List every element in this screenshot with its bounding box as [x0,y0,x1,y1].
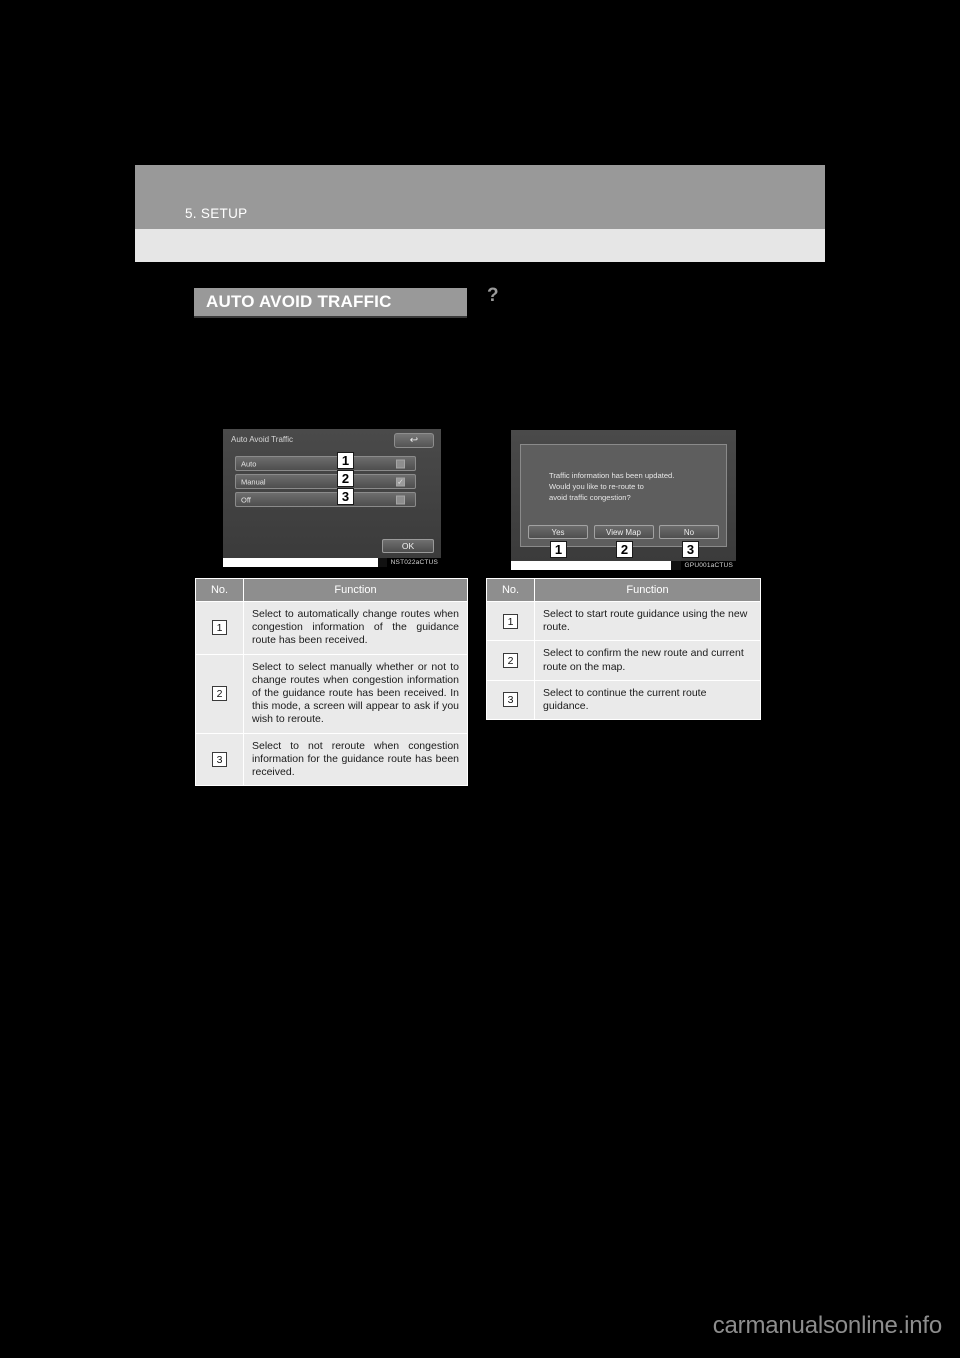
table-row: 3 Select to continue the current route g… [486,679,761,721]
option-label-manual: Manual [241,477,266,486]
row-number-badge: 2 [212,686,227,702]
row-function-cell: Select to continue the current route gui… [534,679,761,721]
column-header-no: No. [486,578,535,602]
column-header-function: Function [243,578,468,602]
section-heading: AUTO AVOID TRAFFIC [194,288,467,316]
option-row-auto[interactable]: Auto [235,456,416,471]
callout-badge-right-1: 1 [550,541,567,558]
row-number-cell: 3 [195,732,244,787]
dialog-panel: Traffic information has been updated. Wo… [520,444,727,547]
table-row: 2 Select to confirm the new route and cu… [486,640,761,681]
row-number-badge: 3 [212,751,227,767]
manual-page: 5. SETUP AUTO AVOID TRAFFIC ? Auto Avoid… [0,0,960,1358]
dialog-button-group: Yes View Map No [528,525,719,539]
row-number-cell: 2 [195,653,244,734]
dialog-message-line-1: Traffic information has been updated. [549,471,675,480]
device-screen-title: Auto Avoid Traffic [231,435,293,444]
section-title: AUTO AVOID TRAFFIC [206,292,392,311]
callout-badge-left-3: 3 [337,488,354,505]
option-label-off: Off [241,495,251,504]
screenshot-caption-left: NST022aCTUS [386,558,441,567]
option-row-off[interactable]: Off [235,492,416,507]
dialog-message-line-3: avoid traffic congestion? [549,493,631,502]
row-function-cell: Select to confirm the new route and curr… [534,640,761,681]
table-header-row: No. Function [486,578,761,602]
page-header-band: 5. SETUP [135,165,825,229]
table-header-row: No. Function [195,578,468,602]
row-number-badge: 1 [503,613,518,629]
table-row: 3 Select to not reroute when congestion … [195,732,468,787]
row-function-cell: Select to automatically change routes wh… [243,601,468,655]
page-header-subband [135,229,825,262]
function-table-right: No. Function 1 Select to start route gui… [486,578,761,721]
row-number-cell: 3 [486,679,535,721]
screenshot-caption-right: GPU001aCTUS [680,561,736,570]
table-row: 1 Select to automatically change routes … [195,601,468,655]
view-map-button[interactable]: View Map [593,525,654,539]
row-function-cell: Select to not reroute when congestion in… [243,732,468,787]
screenshot-auto-avoid-traffic: Auto Avoid Traffic ↩ Auto Manual ✓ Off O… [223,429,441,567]
row-number-badge: 1 [212,620,227,636]
back-arrow-icon: ↩ [409,434,419,446]
row-number-cell: 1 [486,600,535,642]
row-function-cell: Select to select manually whether or not… [243,653,468,734]
callout-badge-left-1: 1 [337,452,354,469]
checkbox-manual[interactable]: ✓ [396,477,405,486]
question-mark-icon: ? [487,285,499,306]
row-number-cell: 1 [195,601,244,655]
checkbox-auto[interactable] [396,459,405,468]
row-function-cell: Select to start route guidance using the… [534,600,761,642]
device-screen-settings: Auto Avoid Traffic ↩ Auto Manual ✓ Off O… [223,429,441,558]
table-row: 2 Select to select manually whether or n… [195,653,468,734]
function-table-left: No. Function 1 Select to automatically c… [195,578,468,787]
callout-badge-left-2: 2 [337,470,354,487]
ok-button[interactable]: OK [382,539,434,553]
callout-badge-right-2: 2 [616,541,633,558]
site-watermark: carmanualsonline.info [712,1312,942,1339]
table-row: 1 Select to start route guidance using t… [486,600,761,642]
column-header-function: Function [534,578,761,602]
option-row-manual[interactable]: Manual ✓ [235,474,416,489]
chapter-title: 5. SETUP [185,206,248,221]
option-label-auto: Auto [241,459,257,468]
section-underline [194,316,467,318]
checkbox-off[interactable] [396,495,405,504]
dialog-message: Traffic information has been updated. Wo… [549,470,674,503]
dialog-message-line-2: Would you like to re-route to [549,482,644,491]
row-number-badge: 2 [503,653,518,668]
callout-badge-right-3: 3 [682,541,699,558]
caption-strip [223,558,378,567]
column-header-no: No. [195,578,244,602]
row-number-badge: 3 [503,692,518,708]
caption-strip [511,561,671,570]
back-button[interactable]: ↩ [394,433,434,448]
no-button[interactable]: No [659,525,719,539]
yes-button[interactable]: Yes [528,525,588,539]
row-number-cell: 2 [486,640,535,681]
